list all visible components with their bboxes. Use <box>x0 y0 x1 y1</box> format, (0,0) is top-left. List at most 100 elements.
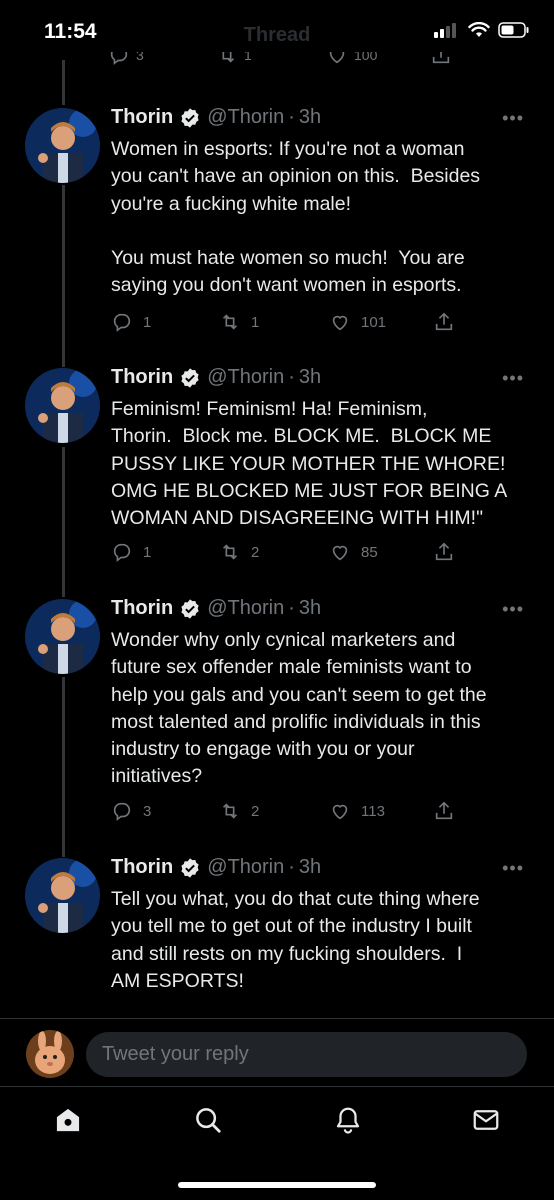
nav-home[interactable] <box>52 1104 84 1136</box>
more-options-icon[interactable]: ••• <box>502 858 524 879</box>
tweet-actions: 3 2 113 <box>111 800 531 824</box>
like-action[interactable]: 101 <box>329 311 386 333</box>
avatar[interactable] <box>25 858 100 933</box>
nav-divider <box>0 1086 554 1087</box>
notifications-icon <box>336 1107 360 1134</box>
retweet-icon <box>222 544 238 560</box>
nav-search[interactable] <box>192 1104 224 1136</box>
verified-badge-icon <box>179 107 201 129</box>
author-name[interactable]: Thorin <box>111 856 173 879</box>
like-action[interactable]: 100 <box>326 52 377 66</box>
messages-icon <box>473 1110 499 1130</box>
share-action[interactable] <box>433 800 455 822</box>
tweet-time[interactable]: 3h <box>299 856 321 879</box>
reply-icon <box>113 313 131 332</box>
verified-badge-icon <box>179 857 201 879</box>
retweet-icon <box>222 52 235 63</box>
reply-action[interactable]: 1 <box>111 541 151 563</box>
verified-badge-icon <box>179 367 201 389</box>
heart-icon <box>329 52 345 64</box>
tweet-text: Women in esports: If you're not a woman … <box>111 138 481 297</box>
battery-icon <box>498 22 529 38</box>
retweet-count: 1 <box>244 52 252 63</box>
retweet-count: 2 <box>251 802 260 820</box>
share-icon <box>435 801 453 820</box>
cellular-signal-icon <box>434 23 456 38</box>
heart-icon <box>332 315 348 331</box>
reply-count: 1 <box>143 313 152 331</box>
tweet-time[interactable]: 3h <box>299 106 321 129</box>
share-action[interactable] <box>433 311 455 333</box>
status-icons <box>434 22 530 38</box>
like-count: 100 <box>354 52 378 63</box>
tweet-header: Thorin @Thorin · 3h <box>111 597 321 620</box>
author-handle[interactable]: @Thorin <box>207 366 284 389</box>
reply-action[interactable]: 3 <box>108 52 144 66</box>
more-options-icon[interactable]: ••• <box>502 368 524 389</box>
nav-messages[interactable] <box>470 1104 502 1136</box>
reply-icon <box>113 543 131 562</box>
reply-count: 3 <box>136 52 144 63</box>
heart-icon <box>332 804 348 820</box>
previous-tweet-actions: 3 1 100 <box>108 52 528 74</box>
thread-line <box>62 677 65 857</box>
share-icon <box>432 52 450 64</box>
author-name[interactable]: Thorin <box>111 597 173 620</box>
author-handle[interactable]: @Thorin <box>207 106 284 129</box>
retweet-action[interactable]: 1 <box>216 52 252 66</box>
like-action[interactable]: 85 <box>329 541 378 563</box>
heart-icon <box>332 545 348 561</box>
tweet-header: Thorin @Thorin · 3h <box>111 106 321 129</box>
tweet-actions: 1 1 101 <box>111 311 531 335</box>
share-action[interactable] <box>433 541 455 563</box>
share-action[interactable] <box>430 52 452 66</box>
separator: · <box>288 597 295 619</box>
avatar[interactable] <box>25 368 100 443</box>
tweet-header: Thorin @Thorin · 3h <box>111 366 321 389</box>
tweet-actions: 1 2 85 <box>111 541 531 565</box>
search-icon <box>196 1108 221 1133</box>
separator: · <box>288 366 295 388</box>
retweet-action[interactable]: 2 <box>219 541 259 563</box>
separator: · <box>288 106 295 128</box>
reply-bar-divider <box>0 1018 554 1019</box>
reply-action[interactable]: 1 <box>111 311 151 333</box>
reply-count: 3 <box>143 802 152 820</box>
reply-input[interactable]: Tweet your reply <box>86 1032 527 1077</box>
nav-notifications[interactable] <box>332 1104 364 1136</box>
author-name[interactable]: Thorin <box>111 366 173 389</box>
more-options-icon[interactable]: ••• <box>502 108 524 129</box>
tweet-text: Tell you what, you do that cute thing wh… <box>111 888 480 992</box>
thread-line <box>62 447 65 597</box>
reply-icon <box>110 52 128 65</box>
tweet-header: Thorin @Thorin · 3h <box>111 856 321 879</box>
user-avatar[interactable] <box>26 1030 74 1078</box>
verified-badge-icon <box>179 598 201 620</box>
tweet-time[interactable]: 3h <box>299 597 321 620</box>
like-count: 101 <box>361 313 387 331</box>
avatar[interactable] <box>25 599 100 674</box>
wifi-icon <box>468 22 490 37</box>
reply-action[interactable]: 3 <box>111 800 151 822</box>
more-options-icon[interactable]: ••• <box>502 599 524 620</box>
tweet-text: Feminism! Feminism! Ha! Feminism, Thorin… <box>111 398 508 530</box>
author-name[interactable]: Thorin <box>111 106 173 129</box>
avatar[interactable] <box>25 108 100 183</box>
retweet-count: 2 <box>251 543 260 561</box>
share-icon <box>435 312 453 331</box>
retweet-action[interactable]: 1 <box>219 311 259 333</box>
retweet-action[interactable]: 2 <box>219 800 259 822</box>
author-handle[interactable]: @Thorin <box>207 856 284 879</box>
home-indicator[interactable] <box>178 1182 376 1188</box>
tweet-time[interactable]: 3h <box>299 366 321 389</box>
retweet-count: 1 <box>251 313 260 331</box>
like-count: 85 <box>361 543 378 561</box>
retweet-icon <box>222 314 238 330</box>
like-action[interactable]: 113 <box>329 800 385 822</box>
thread-line <box>62 185 65 367</box>
tweet-text: Wonder why only cynical marketers and fu… <box>111 629 487 788</box>
separator: · <box>288 856 295 878</box>
author-handle[interactable]: @Thorin <box>207 597 284 620</box>
reply-count: 1 <box>143 543 152 561</box>
reply-icon <box>113 802 131 821</box>
